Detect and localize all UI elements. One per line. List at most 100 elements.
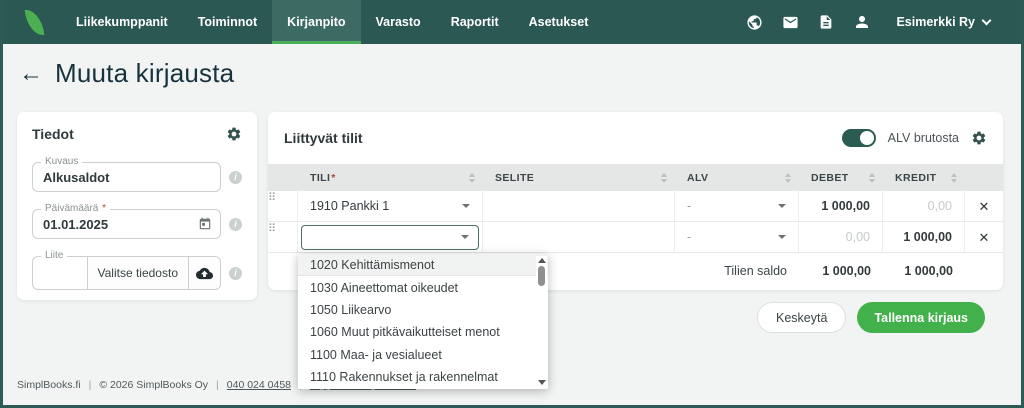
paivamaara-value[interactable]: 01.01.2025 — [33, 217, 198, 232]
debet-cell[interactable]: 1 000,00 — [799, 191, 883, 221]
nav-tab-liikekumppanit[interactable]: Liikekumppanit — [61, 0, 183, 44]
kredit-cell[interactable]: 1 000,00 — [883, 222, 965, 252]
tili-cell: 1910 Pankki 1 — [298, 191, 483, 221]
debet-cell[interactable]: 0,00 — [799, 222, 883, 252]
back-arrow-icon[interactable]: ← — [19, 62, 43, 86]
nav-tab-toiminnot[interactable]: Toiminnot — [183, 0, 272, 44]
info-icon: i — [229, 267, 242, 280]
info-icon: i — [229, 218, 242, 231]
close-icon[interactable]: ✕ — [979, 231, 990, 244]
dropdown-option[interactable]: 1020 Kehittämismenot — [298, 254, 548, 276]
tiedot-settings-gear-icon[interactable] — [226, 126, 242, 142]
footer-phone-link[interactable]: 040 024 0458 — [227, 379, 291, 391]
caret-down-icon — [461, 235, 469, 239]
sort-icon — [469, 173, 475, 183]
nav-right-group: Esimerkki Ry — [746, 0, 1024, 44]
alv-select[interactable]: - — [678, 194, 795, 219]
column-header-tili[interactable]: TILI* — [298, 164, 483, 191]
dropdown-scrollbar[interactable] — [536, 256, 547, 387]
column-header-debet[interactable]: DEBET — [799, 164, 883, 191]
nav-tabs: Liikekumppanit Toiminnot Kirjanpito Vara… — [61, 0, 603, 44]
scroll-down-icon[interactable] — [538, 380, 546, 385]
app-window: Liikekumppanit Toiminnot Kirjanpito Vara… — [0, 0, 1024, 408]
top-navbar: Liikekumppanit Toiminnot Kirjanpito Vara… — [0, 0, 1024, 44]
liite-label: Liite — [41, 250, 67, 261]
account-dropdown: 1020 Kehittämismenot 1030 Aineettomat oi… — [298, 254, 548, 389]
globe-icon[interactable] — [746, 14, 763, 31]
table-header-row: TILI* SELITE ALV DEBET KREDIT — [268, 164, 1003, 191]
liite-field-row: Liite Valitse tiedosto i — [32, 256, 242, 290]
dropdown-option[interactable]: 1060 Muut pitkävaikutteiset menot — [298, 321, 548, 343]
liite-filename-input[interactable] — [33, 257, 87, 289]
tilit-header-controls: ALV brutosta — [842, 129, 987, 147]
selite-cell[interactable] — [483, 222, 675, 252]
nav-tab-asetukset[interactable]: Asetukset — [514, 0, 604, 44]
close-icon[interactable]: ✕ — [979, 200, 990, 213]
dropdown-option[interactable]: 1100 Maa- ja vesialueet — [298, 344, 548, 366]
table-row: ⠿ - 0,00 1 000,00 ✕ — [268, 222, 1003, 253]
scroll-up-icon[interactable] — [538, 258, 546, 263]
column-header-selite[interactable]: SELITE — [483, 164, 675, 191]
alv-brutosta-label: ALV brutosta — [888, 131, 959, 145]
kredit-cell[interactable]: 0,00 — [883, 191, 965, 221]
tilit-settings-gear-icon[interactable] — [971, 130, 987, 146]
caret-down-icon — [778, 204, 786, 208]
cancel-button[interactable]: Keskeytä — [757, 302, 846, 333]
drag-handle-icon[interactable]: ⠿ — [268, 191, 298, 221]
summary-kredit: 1 000,00 — [883, 253, 965, 289]
nav-tab-raportit[interactable]: Raportit — [436, 0, 514, 44]
footer-separator: | — [216, 379, 219, 391]
nav-tab-kirjanpito[interactable]: Kirjanpito — [272, 0, 360, 44]
page-title-row: ← Muuta kirjausta — [19, 58, 234, 89]
company-name: Esimerkki Ry — [896, 15, 975, 29]
cloud-upload-icon[interactable] — [188, 257, 220, 289]
paivamaara-field[interactable]: Päivämäärä * 01.01.2025 — [32, 209, 221, 239]
sort-icon — [661, 173, 667, 183]
kuvaus-field[interactable]: Kuvaus Alkusaldot — [32, 162, 221, 192]
action-buttons: Keskeytä Tallenna kirjaus — [757, 302, 985, 333]
company-selector[interactable]: Esimerkki Ry — [896, 15, 990, 29]
tilit-card-header: Liittyvät tilit ALV brutosta — [268, 112, 1003, 164]
remove-row-cell: ✕ — [965, 191, 1003, 221]
kuvaus-label: Kuvaus — [41, 156, 82, 167]
mail-icon[interactable] — [782, 14, 799, 31]
save-button[interactable]: Tallenna kirjaus — [857, 302, 985, 333]
caret-down-icon — [778, 235, 786, 239]
leaf-logo-icon — [25, 8, 45, 37]
drag-handle-icon[interactable]: ⠿ — [268, 222, 298, 252]
document-icon[interactable] — [818, 14, 834, 30]
account-select-focused[interactable] — [301, 225, 479, 250]
summary-label: Tilien saldo — [675, 253, 799, 289]
sort-icon — [951, 173, 957, 183]
kuvaus-value[interactable]: Alkusaldot — [33, 170, 220, 185]
account-select[interactable]: 1910 Pankki 1 — [301, 194, 479, 219]
column-header-alv[interactable]: ALV — [675, 164, 799, 191]
tiedot-title: Tiedot — [32, 126, 74, 142]
nav-tab-varasto[interactable]: Varasto — [361, 0, 436, 44]
remove-column-header — [965, 164, 1003, 191]
alv-cell: - — [675, 222, 799, 252]
app-logo[interactable] — [0, 0, 61, 44]
choose-file-button[interactable]: Valitse tiedosto — [87, 257, 189, 289]
required-marker: * — [102, 203, 106, 214]
tiedot-card-header: Tiedot — [32, 126, 242, 142]
liite-field: Liite Valitse tiedosto — [32, 256, 221, 290]
dropdown-option[interactable]: 1050 Liikearvo — [298, 299, 548, 321]
chevron-down-icon — [982, 15, 992, 25]
required-marker: * — [331, 172, 336, 184]
column-header-kredit[interactable]: KREDIT — [883, 164, 965, 191]
calendar-icon[interactable] — [198, 217, 220, 231]
scrollbar-thumb[interactable] — [538, 266, 545, 286]
tiedot-card: Tiedot Kuvaus Alkusaldot i Päivämäärä * … — [17, 112, 257, 300]
user-icon[interactable] — [853, 13, 871, 31]
footer-brand-link[interactable]: SimplBooks.fi — [17, 379, 81, 391]
selite-cell[interactable] — [483, 191, 675, 221]
dropdown-option[interactable]: 1030 Aineettomat oikeudet — [298, 276, 548, 298]
dropdown-option[interactable]: 1110 Rakennukset ja rakennelmat — [298, 366, 548, 388]
alv-select[interactable]: - — [678, 225, 795, 250]
alv-brutosta-toggle[interactable] — [842, 129, 876, 147]
handle-column-header — [268, 164, 298, 191]
kuvaus-field-row: Kuvaus Alkusaldot i — [32, 162, 242, 192]
sort-icon — [869, 173, 875, 183]
toggle-knob — [860, 131, 874, 145]
